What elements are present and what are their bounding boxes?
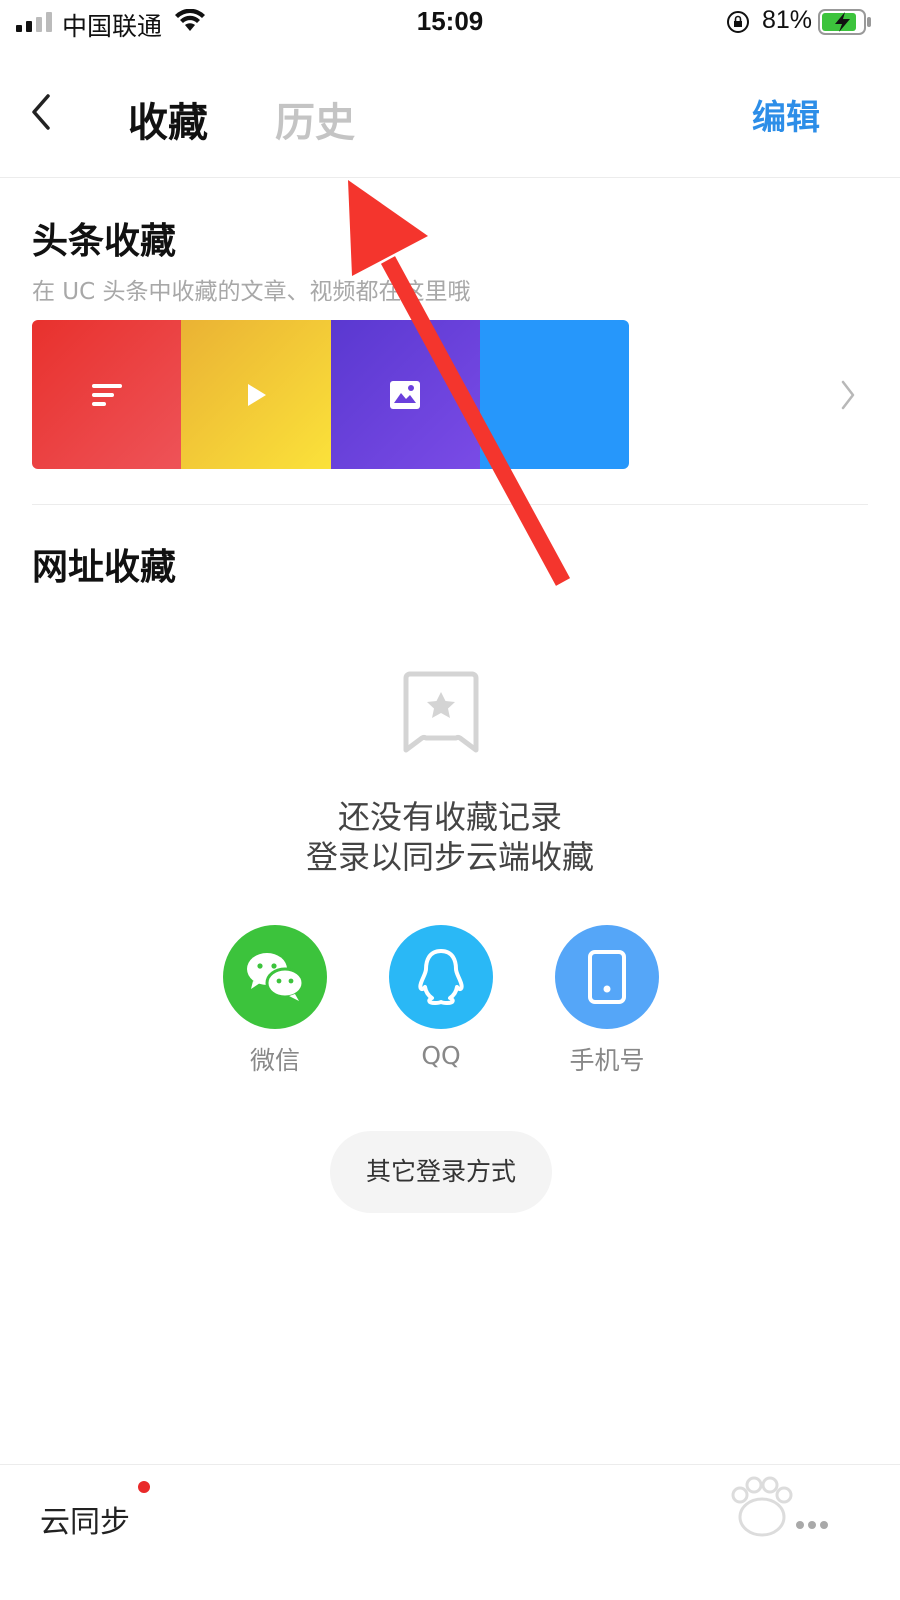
edit-button[interactable]: 编辑	[752, 90, 820, 139]
top-nav-bar: 收藏 历史 编辑	[0, 60, 900, 178]
baidu-paw-watermark-icon	[731, 1476, 828, 1537]
other-card[interactable]	[479, 320, 629, 469]
headline-favorites-subtitle: 在 UC 头条中收藏的文章、视频都在这里哦	[32, 279, 471, 305]
login-phone[interactable]: 手机号	[555, 925, 659, 1077]
section-divider	[32, 504, 868, 505]
wechat-label: 微信	[249, 1046, 300, 1075]
phone-button[interactable]	[555, 925, 659, 1029]
qq-label: QQ	[421, 1041, 461, 1070]
status-bar: 中国联通 15:09 81%	[0, 0, 900, 46]
back-icon[interactable]	[26, 90, 60, 134]
article-card[interactable]	[32, 320, 182, 469]
chevron-right-icon[interactable]	[838, 378, 858, 412]
image-icon	[390, 380, 421, 409]
login-qq[interactable]: QQ	[389, 925, 493, 1070]
headline-favorites-title: 头条收藏	[32, 221, 177, 262]
other-login-methods-button[interactable]: 其它登录方式	[330, 1131, 552, 1213]
rotation-lock-icon	[727, 11, 749, 33]
login-wechat[interactable]: 微信	[223, 925, 327, 1077]
wechat-button[interactable]	[223, 925, 327, 1029]
cloud-sync-button[interactable]: 云同步	[40, 1497, 130, 1541]
play-icon	[247, 383, 266, 406]
url-favorites-title: 网址收藏	[32, 547, 177, 588]
battery-percent: 81%	[762, 6, 813, 34]
notification-dot	[138, 1481, 150, 1493]
qq-button[interactable]	[389, 925, 493, 1029]
qq-penguin-icon	[418, 949, 464, 1005]
phone-label: 手机号	[569, 1046, 645, 1075]
wechat-icon	[247, 953, 305, 1001]
battery-charging-icon	[818, 9, 871, 35]
tab-favorites[interactable]: 收藏	[128, 90, 208, 148]
tab-history[interactable]: 历史	[275, 90, 355, 148]
image-card[interactable]	[330, 320, 480, 469]
article-lines-icon	[91, 383, 122, 406]
video-card[interactable]	[181, 320, 331, 469]
headline-favorites-cards[interactable]	[32, 320, 629, 469]
bookmark-star-icon	[403, 671, 479, 753]
bottom-bar: 云同步	[0, 1464, 900, 1600]
empty-state-subtitle: 登录以同步云端收藏	[305, 838, 594, 876]
phone-icon	[588, 950, 626, 1004]
